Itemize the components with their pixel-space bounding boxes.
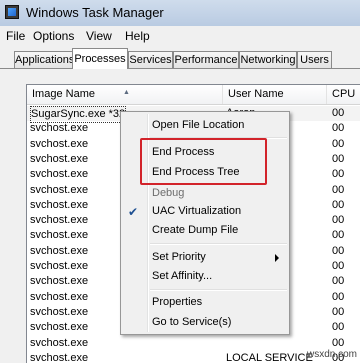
menu-debug: Debug [152, 187, 185, 199]
row-image-name: svchost.exe [30, 351, 89, 363]
column-image-name-label: Image Name [32, 88, 95, 100]
row-cpu: 00 [332, 260, 345, 272]
column-user-name-label: User Name [228, 88, 284, 100]
tab-performance[interactable]: Performance [173, 51, 239, 68]
menu-separator [150, 289, 287, 291]
menu-view[interactable]: View [86, 29, 112, 43]
checkmark-icon: ✔ [128, 205, 139, 219]
row-image-name: svchost.exe [30, 321, 89, 334]
task-manager-window: Windows Task Manager File Options View H… [0, 0, 360, 363]
row-image-name: svchost.exe [30, 229, 89, 242]
menu-go-to-services[interactable]: Go to Service(s) [152, 316, 231, 328]
window-title: Windows Task Manager [26, 5, 164, 20]
row-cpu: 00 [332, 290, 345, 303]
task-manager-icon [5, 5, 19, 19]
tab-processes[interactable]: Processes [72, 48, 128, 69]
row-image-name: svchost.exe [30, 152, 89, 165]
row-user-name: LOCAL SERVICE [226, 351, 313, 363]
row-cpu: 00 [332, 107, 345, 119]
menu-help[interactable]: Help [125, 29, 150, 43]
row-image-name: svchost.exe [30, 137, 89, 150]
row-image-name: svchost.exe [30, 260, 89, 272]
sort-arrow-icon: ▲ [123, 89, 130, 96]
row-cpu: 00 [332, 275, 345, 288]
row-image-name: svchost.exe [30, 305, 89, 318]
column-cpu-label: CPU [332, 88, 356, 100]
row-image-name: svchost.exe [30, 183, 89, 196]
watermark: wsxdn.com [306, 349, 357, 360]
row-cpu: 00 [332, 137, 345, 150]
row-cpu: 00 [332, 305, 345, 318]
row-cpu: 00 [332, 122, 345, 135]
column-image-name[interactable]: ▲ Image Name [27, 85, 223, 104]
menu-set-affinity[interactable]: Set Affinity... [152, 270, 212, 282]
row-image-name: svchost.exe [30, 168, 89, 181]
row-cpu: 00 [332, 321, 345, 334]
row-cpu: 00 [332, 214, 345, 227]
menu-file[interactable]: File [6, 29, 25, 43]
menu-uac-virtualization[interactable]: UAC Virtualization [152, 205, 241, 217]
tab-strip: Applications Processes Services Performa… [0, 47, 360, 69]
title-bar[interactable]: Windows Task Manager [0, 0, 360, 27]
menu-separator [150, 243, 287, 245]
row-image-name: svchost.exe [30, 244, 89, 257]
menu-bar: File Options View Help [0, 26, 360, 48]
row-image-name: svchost.exe [30, 214, 89, 227]
tab-applications[interactable]: Applications [14, 51, 74, 68]
row-image-name: svchost.exe [30, 198, 89, 211]
row-image-name: svchost.exe [30, 336, 89, 349]
row-image-name: svchost.exe [30, 122, 89, 135]
menu-open-file-location[interactable]: Open File Location [152, 119, 244, 131]
column-cpu[interactable]: CPU [327, 85, 360, 104]
row-image-name: svchost.exe [30, 290, 89, 303]
row-cpu: 00 [332, 198, 345, 211]
tab-networking[interactable]: Networking [239, 51, 297, 68]
tab-services[interactable]: Services [128, 51, 173, 68]
row-cpu: 00 [332, 168, 345, 181]
row-cpu: 00 [332, 152, 345, 165]
row-cpu: 00 [332, 229, 345, 242]
menu-options[interactable]: Options [33, 29, 74, 43]
menu-set-priority[interactable]: Set Priority [152, 251, 206, 263]
column-header-row: ▲ Image Name User Name CPU [27, 85, 360, 105]
row-cpu: 00 [332, 244, 345, 257]
menu-properties[interactable]: Properties [152, 296, 202, 308]
column-user-name[interactable]: User Name [223, 85, 327, 104]
row-image-name: svchost.exe [30, 275, 89, 288]
menu-create-dump-file[interactable]: Create Dump File [152, 224, 238, 236]
submenu-arrow-icon [275, 254, 279, 262]
highlight-box [140, 138, 267, 185]
tab-users[interactable]: Users [297, 51, 332, 68]
row-cpu: 00 [332, 183, 345, 196]
